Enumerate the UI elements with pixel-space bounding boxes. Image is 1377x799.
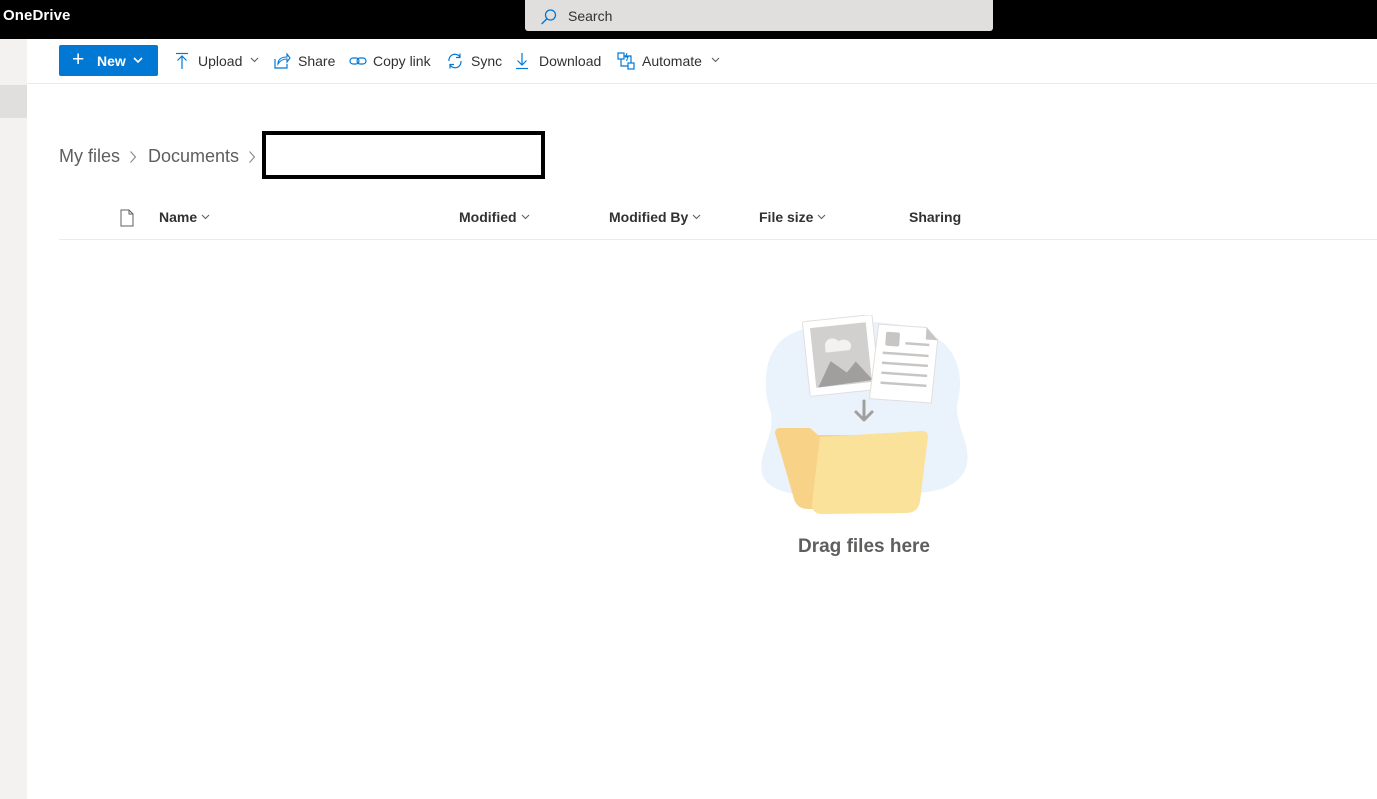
- document-card-icon: [868, 323, 939, 404]
- suite-bar: OneDrive Search: [0, 0, 1377, 39]
- upload-label: Upload: [198, 53, 243, 69]
- download-button[interactable]: Download: [515, 51, 603, 71]
- new-button[interactable]: + New: [59, 45, 158, 76]
- upload-button[interactable]: Upload: [175, 51, 261, 71]
- upload-icon: [176, 52, 188, 69]
- chevron-down-icon: [250, 57, 259, 63]
- chevron-down-icon: [711, 57, 720, 63]
- breadcrumb-current-folder-redacted: [262, 131, 545, 179]
- copy-link-label: Copy link: [373, 53, 431, 69]
- sync-label: Sync: [471, 53, 503, 69]
- link-icon: [349, 57, 367, 65]
- column-header-file-size[interactable]: File size: [759, 209, 826, 225]
- plus-icon: +: [72, 48, 85, 71]
- search-input[interactable]: Search: [568, 8, 612, 24]
- chevron-down-icon: [818, 214, 826, 220]
- share-button[interactable]: Share: [273, 51, 337, 71]
- nav-selected-item[interactable]: [0, 85, 27, 118]
- share-icon: [274, 52, 291, 69]
- empty-folder-illustration: [761, 315, 968, 514]
- folder-icon: [775, 428, 928, 514]
- chevron-down-icon: [692, 214, 701, 220]
- command-bar: + New Upload Share Copy link Sync Downlo…: [27, 39, 1377, 84]
- file-type-icon[interactable]: [120, 209, 134, 227]
- photo-card-icon: [802, 315, 881, 397]
- download-label: Download: [539, 53, 602, 69]
- sync-icon: [448, 53, 462, 69]
- automate-icon: [617, 52, 635, 70]
- chevron-down-icon: [521, 214, 529, 220]
- automate-button[interactable]: Automate: [617, 51, 721, 71]
- column-header-name[interactable]: Name: [159, 209, 210, 225]
- empty-state-message: Drag files here: [798, 536, 930, 557]
- copy-link-button[interactable]: Copy link: [349, 51, 435, 71]
- column-header-sharing[interactable]: Sharing: [909, 209, 961, 225]
- download-icon: [516, 53, 528, 70]
- breadcrumb-item-my-files[interactable]: My files: [59, 146, 120, 167]
- app-title[interactable]: OneDrive: [3, 7, 71, 24]
- chevron-down-icon: [133, 57, 143, 64]
- automate-label: Automate: [642, 53, 702, 69]
- chevron-down-icon: [201, 214, 210, 220]
- column-header-modified-by[interactable]: Modified By: [609, 209, 701, 225]
- search-icon: [541, 9, 557, 25]
- share-label: Share: [298, 53, 336, 69]
- new-button-label: New: [97, 53, 126, 69]
- search-box[interactable]: Search: [525, 0, 993, 31]
- breadcrumb-chevron-icon: [129, 148, 137, 169]
- sync-button[interactable]: Sync: [446, 51, 504, 71]
- column-header-modified[interactable]: Modified: [459, 209, 530, 225]
- breadcrumb-item-documents[interactable]: Documents: [148, 146, 239, 167]
- breadcrumb-chevron-icon: [248, 148, 256, 169]
- left-nav-rail: [0, 39, 27, 799]
- file-list-header: Name Modified Modified By File size Shar…: [59, 200, 1377, 240]
